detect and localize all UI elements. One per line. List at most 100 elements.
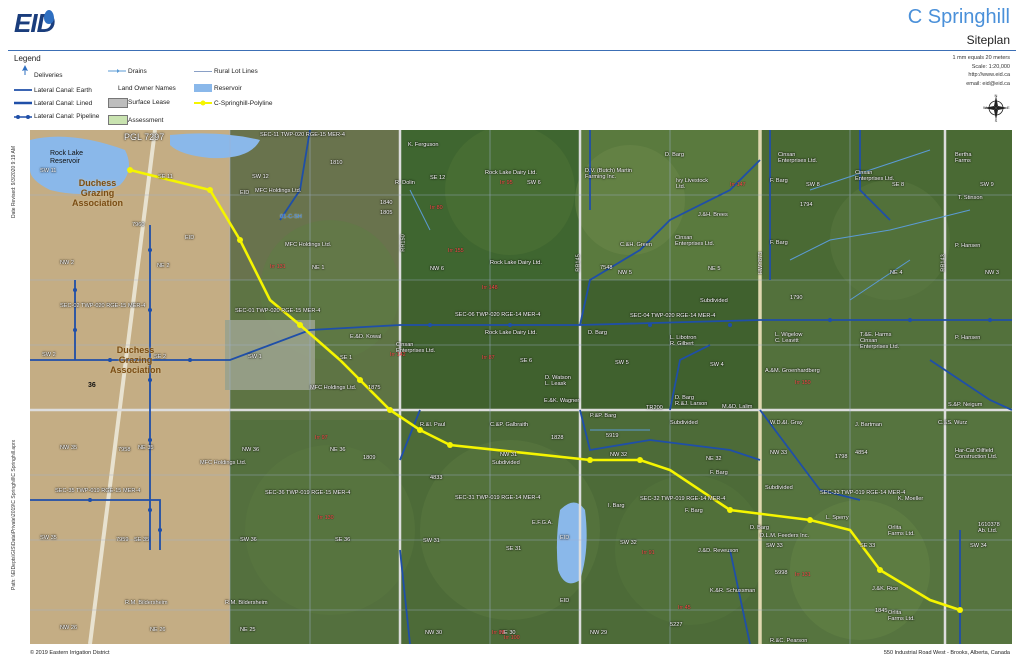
owner-label: P. Hansen	[955, 243, 981, 249]
section-label: SW 36	[240, 537, 257, 543]
section-label: SE 8	[892, 182, 905, 188]
section-label: SW 2	[42, 352, 56, 358]
tr200-label: TR200	[646, 405, 663, 411]
pgl-label: PGL 7297	[124, 132, 165, 142]
legend-polyline: C-Springhill-Polyline	[214, 100, 273, 107]
irr-tag: Irr 130	[318, 515, 334, 521]
canal-code: 4854	[855, 450, 868, 456]
irr-tag: Irr 131	[795, 572, 811, 578]
section-label: NW 33	[770, 450, 788, 456]
surface-lease-area	[225, 320, 315, 390]
owner-label: J. Bartman	[855, 422, 883, 428]
owner-label: 1610378 Ab. Ltd.	[978, 522, 1000, 534]
canal-code: 5919	[606, 433, 619, 439]
scale-line-2: Scale: 1:20,000	[971, 63, 1010, 70]
owner-label: D. Barg	[588, 330, 607, 336]
reservoir-swatch	[194, 84, 212, 92]
efga-reservoir	[556, 502, 587, 584]
section-label: NW 5	[618, 270, 632, 276]
section-label: SW 6	[527, 180, 541, 186]
owner-label: D. Barg	[750, 525, 769, 531]
header-divider	[8, 50, 1016, 51]
owner-label: MFC Holdings Ltd.	[285, 242, 332, 248]
rural-lot-line-swatch	[194, 71, 212, 72]
email-link[interactable]: email: eid@eid.ca	[953, 80, 1010, 89]
legend-deliveries: Deliveries	[34, 72, 63, 79]
section-label: NW 26	[60, 625, 78, 631]
legend-rural-lot-lines: Rural Lot Lines	[214, 68, 258, 75]
owner-label: Subdivided	[492, 460, 520, 466]
owner-label: J.&D. Reveuson	[698, 548, 739, 554]
owner-label: MFC Holdings Ltd.	[200, 460, 247, 466]
canal-code: 1805	[380, 210, 393, 216]
section-label: SE 35	[134, 537, 150, 543]
section-label: SW 33	[766, 543, 783, 549]
legend-drains: Drains	[128, 68, 147, 75]
owner-label: E.&D. Kowal	[350, 334, 382, 340]
owner-label: EID	[240, 190, 250, 196]
canal-code: 5998	[775, 570, 788, 576]
website-link[interactable]: http://www.eid.ca	[953, 71, 1010, 80]
owner-label: L. Wigelow C. Leavitt	[775, 332, 803, 344]
twp-label: SEC-04 TWP-020 RGE-14 MER-4	[630, 313, 716, 319]
lined-canal-swatch	[14, 101, 32, 105]
owner-label: D. Barg	[665, 152, 684, 158]
section-label: SW 12	[252, 174, 269, 180]
owner-label: T.&E. Harms Cinsan Enterprises Ltd.	[860, 332, 900, 350]
footer-copyright: © 2019 Eastern Irrigation District	[30, 650, 110, 656]
owner-label: Subdivided	[670, 420, 698, 426]
twp-label: SEC-01 TWP-020 RGE-15 MER-4	[235, 308, 321, 314]
irr-tag: Irr 91	[642, 550, 655, 556]
owner-label: Subdivided	[700, 298, 728, 304]
legend-lateral-pipeline: Lateral Canal: Pipeline	[34, 113, 100, 120]
section-label: SE 12	[430, 175, 446, 181]
owner-label: MFC Holdings Ltd.	[255, 188, 302, 194]
section-label: SE 36	[335, 537, 351, 543]
canal-code: 1798	[835, 454, 848, 460]
owner-label: P. Hansen	[955, 335, 981, 341]
section-label: NE 4	[890, 270, 903, 276]
owner-label: D.V. (Butch) Martin Farming Inc.	[585, 168, 633, 180]
owner-label: F. Barg	[685, 508, 703, 514]
canal-code: 7548	[600, 265, 613, 271]
owner-label: P.&P. Barg	[590, 413, 617, 419]
map-canvas[interactable]: PGL 7297 Rock Lake Reservoir Duchess Gra…	[30, 130, 1012, 644]
irr-tag: Irr 45	[678, 605, 691, 611]
section-label: NW 3	[985, 270, 999, 276]
section-label: SW 5	[615, 360, 629, 366]
owner-label: K. Moeller	[898, 496, 924, 502]
canal-code: 5227	[670, 622, 683, 628]
canal-code: 1794	[800, 202, 813, 208]
map-graphics	[30, 130, 1012, 644]
section-label: NW 32	[610, 452, 628, 458]
owner-label: Orlita Farms Ltd.	[888, 525, 915, 537]
section-label: SW 4	[710, 362, 724, 368]
assessment-swatch	[108, 115, 128, 125]
pipeline-swatch	[14, 115, 32, 119]
section-label: NW 31	[500, 452, 518, 458]
compass-e: E	[1007, 105, 1010, 110]
section-label: NW 6	[430, 266, 444, 272]
owner-label: K. Ferguson	[408, 142, 439, 148]
owner-label: Bertha Farms	[955, 152, 972, 164]
canal-code: 1840	[380, 200, 393, 206]
irr-tag: Irr 142	[390, 352, 406, 358]
rr145-label: RR145	[575, 254, 582, 272]
canal-code: 01-C-SH	[280, 214, 302, 220]
header: EID C Springhill Siteplan	[0, 0, 1024, 50]
owner-label: I. Barg	[608, 503, 625, 509]
section-label: SW 9	[980, 182, 994, 188]
owner-label: E.&K. Wagner	[544, 398, 580, 404]
section-label: NE 32	[706, 456, 722, 462]
section-label: NW 29	[590, 630, 608, 636]
owner-label: J.&H. Brees	[698, 212, 728, 218]
owner-label: Cinsan Enterprises Ltd.	[855, 170, 895, 182]
section-label: NE 35	[138, 445, 154, 451]
compass-rose-icon: N S W E	[983, 94, 1010, 122]
section-label: SW 32	[620, 540, 637, 546]
legend-assessment: Assessment	[128, 117, 164, 124]
duchess-grazing-label-2: Duchess Grazing Association	[110, 345, 162, 375]
legend-lateral-earth: Lateral Canal: Earth	[34, 87, 92, 94]
twp-label: SEC-02 TWP-020 RGE-15 MER-4	[60, 303, 146, 309]
section-label: NE 36	[330, 447, 346, 453]
